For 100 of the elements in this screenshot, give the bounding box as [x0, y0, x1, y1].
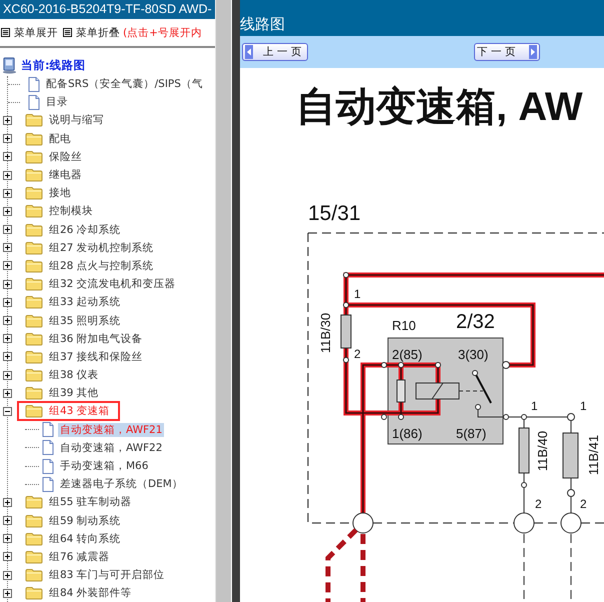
- diagram-label: R10: [392, 318, 416, 333]
- folder-icon: [25, 350, 43, 364]
- folder-icon: [25, 295, 43, 310]
- tree-item[interactable]: 保险丝: [47, 150, 84, 164]
- tree-item[interactable]: 配电: [47, 132, 73, 146]
- tree-item[interactable]: 组59 制动系统: [47, 514, 123, 528]
- folder-icon: [25, 222, 43, 237]
- page-icon: [42, 440, 54, 456]
- expand-icon[interactable]: [3, 334, 12, 344]
- expand-icon[interactable]: [3, 352, 12, 362]
- diagram-label: 15/31: [308, 202, 361, 225]
- collapse-icon[interactable]: [3, 406, 12, 416]
- diagram-label: 1(86): [392, 426, 422, 441]
- tree-item[interactable]: 组36 附加电气设备: [47, 332, 145, 346]
- arrow-right-icon: [529, 45, 537, 59]
- diagram-label: 1: [531, 399, 538, 413]
- tree-item[interactable]: 组43 变速箱: [47, 404, 112, 418]
- tree-item[interactable]: 组35 照明系统: [47, 314, 123, 328]
- page-icon: [28, 76, 40, 92]
- expand-icon[interactable]: [3, 116, 12, 125]
- expand-icon[interactable]: [3, 516, 12, 526]
- expand-icon[interactable]: [3, 206, 12, 216]
- folder-icon: [25, 258, 43, 273]
- folder-icon: [25, 186, 43, 200]
- diagram-label: 2(85): [392, 347, 422, 362]
- folder-icon: [25, 150, 43, 164]
- list-icon: [63, 28, 72, 37]
- expand-icon[interactable]: [3, 370, 12, 380]
- diagram-label: 5(87): [456, 426, 486, 441]
- folder-icon: [25, 550, 43, 564]
- expand-icon[interactable]: [3, 298, 12, 307]
- tree-item[interactable]: 组26 冷却系统: [47, 222, 123, 237]
- diagram-label: 11B/40: [535, 430, 550, 472]
- expand-icon[interactable]: [3, 498, 12, 507]
- folder-icon: [25, 113, 43, 128]
- previous-page-button[interactable]: 上一页: [242, 43, 308, 61]
- expand-icon[interactable]: [3, 388, 12, 398]
- folder-icon: [25, 495, 43, 510]
- page-icon: [42, 476, 54, 492]
- expand-icon[interactable]: [3, 243, 12, 252]
- folder-icon: [25, 277, 43, 292]
- tree-item[interactable]: 组37 接线和保险丝: [47, 350, 145, 364]
- tree-item[interactable]: 组27 发动机控制系统: [47, 240, 156, 255]
- tree-item[interactable]: 自动变速箱，AWF22: [58, 440, 164, 455]
- folder-icon: [25, 368, 43, 382]
- expand-icon[interactable]: [3, 316, 12, 326]
- folder-icon: [25, 514, 43, 528]
- menu-link[interactable]: 菜单展开: [1, 26, 58, 40]
- scrollbar[interactable]: [215, 0, 231, 602]
- tree-item[interactable]: 组76 减震器: [47, 550, 112, 564]
- diagram-label: 2/32: [456, 311, 495, 333]
- arrow-left-icon: [245, 45, 253, 59]
- menu-link[interactable]: 菜单折叠: [63, 26, 120, 40]
- next-page-button[interactable]: 下一页: [474, 43, 540, 61]
- diagram-label: 2: [535, 497, 542, 511]
- expand-icon[interactable]: [3, 280, 12, 289]
- tree-item[interactable]: 配备SRS（安全气囊）/SIPS（气: [44, 77, 205, 92]
- diagram-label: 1: [580, 399, 587, 413]
- tree-item[interactable]: 目录: [44, 95, 70, 110]
- expand-icon[interactable]: [3, 588, 12, 598]
- tree-item[interactable]: 差速器电子系统（DEM）: [58, 477, 185, 492]
- tree-item[interactable]: 组55 驻车制动器: [47, 495, 134, 510]
- tree-item[interactable]: 手动变速箱，M66: [58, 459, 150, 474]
- expand-icon[interactable]: [3, 534, 12, 544]
- diagram-label: 2: [354, 347, 361, 361]
- tree-item[interactable]: 组39 其他: [47, 386, 101, 400]
- folder-icon: [25, 404, 43, 418]
- expand-icon[interactable]: [3, 170, 12, 180]
- tree-item[interactable]: 组84 外装部件等: [47, 586, 134, 600]
- expand-icon[interactable]: [3, 225, 12, 234]
- expand-icon[interactable]: [3, 261, 12, 270]
- folder-icon: [25, 586, 43, 600]
- hint-text: (点击+号展开内: [123, 26, 202, 40]
- expand-icon[interactable]: [3, 188, 12, 198]
- tree-item[interactable]: 组83 车门与可开启部位: [47, 568, 167, 582]
- page-icon: [42, 422, 54, 438]
- expand-icon[interactable]: [3, 552, 12, 562]
- tree-root[interactable]: 当前:线路图: [21, 58, 86, 72]
- tree-item[interactable]: 接地: [47, 186, 73, 200]
- diagram-label: 11B/30: [318, 312, 333, 354]
- tree-item[interactable]: 控制模块: [47, 204, 95, 218]
- expand-icon[interactable]: [3, 134, 12, 144]
- tree-item[interactable]: 组38 仪表: [47, 368, 101, 382]
- diagram-label: 1: [354, 287, 361, 301]
- tree-item[interactable]: 组33 起动系统: [47, 295, 123, 310]
- expand-icon[interactable]: [3, 570, 12, 580]
- expand-icon[interactable]: [3, 152, 12, 162]
- page-title: 线路图: [240, 15, 285, 35]
- diagram-label: 11B/41: [586, 434, 601, 476]
- tree-item[interactable]: 组32 交流发电机和变压器: [47, 277, 178, 292]
- folder-icon: [25, 240, 43, 255]
- tree-item[interactable]: 组64 转向系统: [47, 532, 123, 546]
- folder-icon: [25, 532, 43, 546]
- folder-icon: [25, 386, 43, 400]
- tree-item[interactable]: 组28 点火与控制系统: [47, 258, 156, 273]
- tree-item[interactable]: 继电器: [47, 168, 84, 182]
- folder-icon: [25, 314, 43, 328]
- computer-icon: [2, 56, 17, 74]
- folder-icon: [25, 132, 43, 146]
- tree-item[interactable]: 说明与缩写: [47, 113, 106, 128]
